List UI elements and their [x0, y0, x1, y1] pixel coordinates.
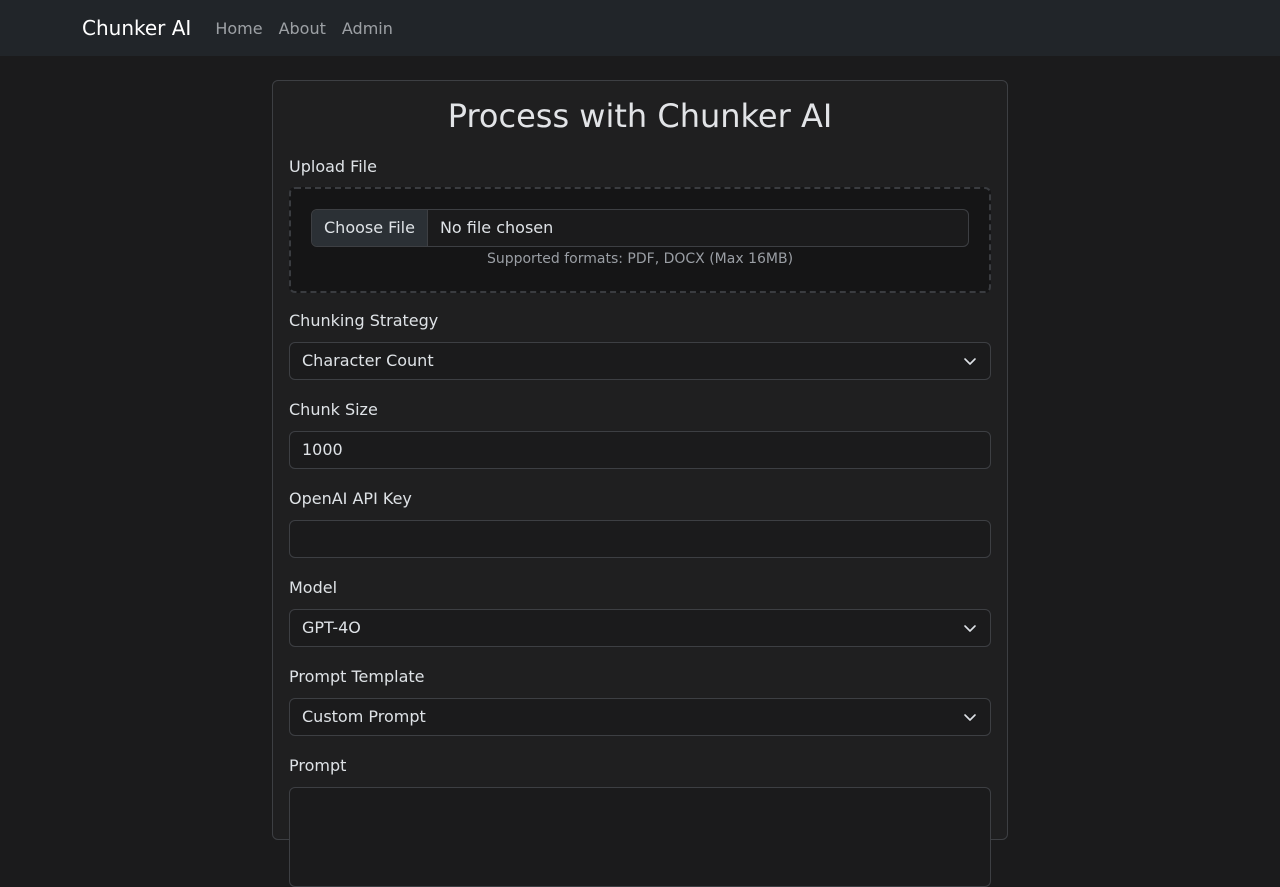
supported-formats-hint: Supported formats: PDF, DOCX (Max 16MB) [486, 251, 794, 267]
prompt-template-group: Prompt Template Custom Prompt [289, 665, 991, 736]
strategy-group: Chunking Strategy Character Count [289, 309, 991, 380]
strategy-select[interactable]: Character Count [289, 342, 991, 380]
upload-dropzone[interactable]: Choose File No file chosen Supported for… [289, 187, 991, 293]
file-status-text: No file chosen [439, 218, 554, 237]
brand-link[interactable]: Chunker AI [82, 16, 191, 40]
api-key-label: OpenAI API Key [289, 489, 412, 508]
choose-file-button[interactable]: Choose File [312, 210, 428, 246]
chevron-down-icon [964, 625, 976, 632]
prompt-group: Prompt [289, 754, 991, 887]
top-navbar: Chunker AI Home About Admin [0, 0, 1280, 56]
chunk-size-value: 1000 [302, 440, 343, 459]
api-key-input[interactable] [289, 520, 991, 558]
prompt-template-label: Prompt Template [289, 667, 425, 686]
api-key-group: OpenAI API Key [289, 487, 991, 558]
model-label: Model [289, 578, 338, 597]
page-title: Process with Chunker AI [447, 97, 833, 135]
chevron-down-icon [964, 714, 976, 721]
strategy-selected-value: Character Count [302, 351, 434, 370]
chunk-size-label: Chunk Size [289, 400, 378, 419]
process-card: Process with Chunker AI Upload File Choo… [272, 80, 1008, 887]
upload-group: Upload File Choose File No file chosen S… [289, 155, 991, 293]
chunk-size-group: Chunk Size 1000 [289, 398, 991, 469]
nav-link-admin[interactable]: Admin [342, 19, 393, 38]
model-selected-value: GPT-4O [302, 618, 361, 637]
file-input[interactable]: Choose File No file chosen [311, 209, 969, 247]
nav-link-about[interactable]: About [279, 19, 326, 38]
chunk-size-input[interactable]: 1000 [289, 431, 991, 469]
model-select[interactable]: GPT-4O [289, 609, 991, 647]
nav-link-home[interactable]: Home [215, 19, 262, 38]
chevron-down-icon [964, 358, 976, 365]
model-group: Model GPT-4O [289, 576, 991, 647]
strategy-label: Chunking Strategy [289, 311, 439, 330]
prompt-textarea[interactable] [289, 787, 991, 887]
prompt-template-select[interactable]: Custom Prompt [289, 698, 991, 736]
upload-label: Upload File [289, 157, 377, 176]
prompt-label: Prompt [289, 756, 347, 775]
prompt-template-selected-value: Custom Prompt [302, 707, 426, 726]
